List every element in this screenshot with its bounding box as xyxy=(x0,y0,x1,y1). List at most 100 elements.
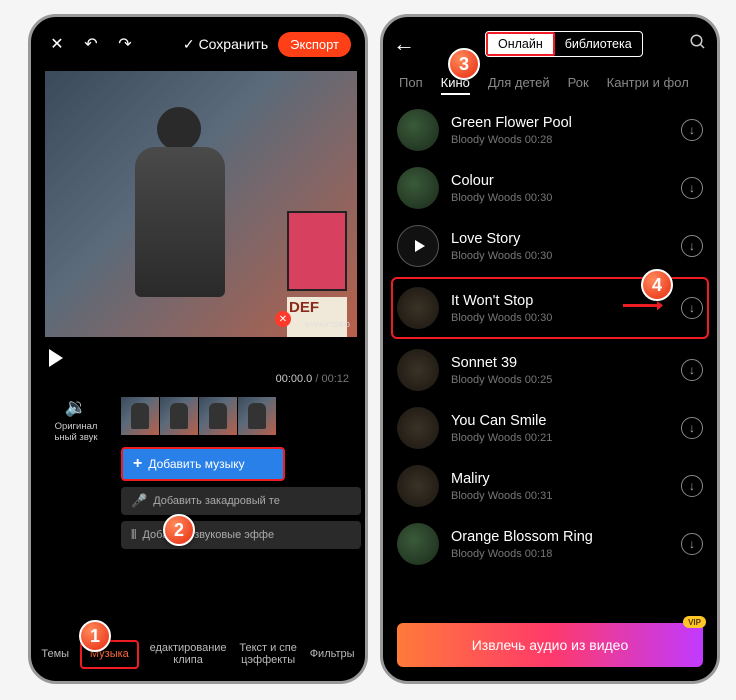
track-subtitle: Bloody Woods 00:25 xyxy=(451,374,669,386)
track-cover[interactable] xyxy=(397,109,439,151)
download-icon[interactable]: ↓ xyxy=(681,533,703,555)
editor-topbar: ✕ ↶ ↷ ✓ Сохранить Экспорт xyxy=(31,17,365,71)
tab-text-fx[interactable]: Текст и спе цэффекты xyxy=(237,638,299,671)
genre-country[interactable]: Кантри и фол xyxy=(607,75,689,95)
download-icon[interactable]: ↓ xyxy=(681,297,703,319)
track-row[interactable]: Maliry Bloody Woods 00:31 ↓ xyxy=(393,457,707,515)
step-marker-3: 3 xyxy=(448,48,480,80)
original-sound-toggle[interactable]: 🔉 Оригинал ьный звук xyxy=(31,397,121,443)
track-list[interactable]: Green Flower PoolBloody Woods 00:28↓Colo… xyxy=(383,101,717,573)
step-marker-4: 4 xyxy=(641,269,673,301)
track-subtitle: Bloody Woods 00:31 xyxy=(451,490,669,502)
track-title: Maliry xyxy=(451,471,669,487)
track-meta: Sonnet 39 Bloody Woods 00:25 xyxy=(451,355,669,386)
preview-figure xyxy=(125,101,265,311)
download-icon[interactable]: ↓ xyxy=(681,359,703,381)
add-voiceover-button[interactable]: 🎤 Добавить закадровый те xyxy=(121,487,361,515)
play-button[interactable] xyxy=(49,349,63,367)
save-button[interactable]: ✓ Сохранить xyxy=(183,36,268,53)
track-row[interactable]: You Can Smile Bloody Woods 00:21 ↓ xyxy=(393,399,707,457)
track-row[interactable]: Sonnet 39 Bloody Woods 00:25 ↓ xyxy=(393,341,707,399)
timecode-total: 00:12 xyxy=(321,373,349,385)
extract-audio-button[interactable]: Извлечь аудио из видео VIP xyxy=(397,623,703,667)
music-library-screen: ← Онлайн библиотека Поп Кино Для детей Р… xyxy=(380,14,720,684)
download-icon[interactable]: ↓ xyxy=(681,235,703,257)
download-icon[interactable]: ↓ xyxy=(681,177,703,199)
timeline: 🔉 Оригинал ьный звук xyxy=(31,391,365,443)
export-button[interactable]: Экспорт xyxy=(278,32,351,57)
close-icon[interactable]: ✕ xyxy=(45,32,69,56)
download-icon[interactable]: ↓ xyxy=(681,119,703,141)
track-title: You Can Smile xyxy=(451,413,669,429)
clip-strip[interactable] xyxy=(121,397,276,435)
extract-label: Извлечь аудио из видео xyxy=(472,637,629,653)
track-cover[interactable] xyxy=(397,465,439,507)
speaker-icon: 🔉 xyxy=(31,397,121,419)
track-row[interactable]: Orange Blossom RingBloody Woods 00:18 ↓ xyxy=(393,515,707,573)
orig-sound-line1: Оригинал xyxy=(31,421,121,432)
library-segment: Онлайн библиотека xyxy=(485,31,643,57)
redo-icon[interactable]: ↷ xyxy=(113,32,137,56)
track-subtitle: Bloody Woods 00:18 xyxy=(451,548,669,560)
track-title: Colour xyxy=(451,173,669,189)
track-row[interactable]: Love StoryBloody Woods 00:30 ↓ xyxy=(393,217,707,275)
track-subtitle: Bloody Woods 00:21 xyxy=(451,432,669,444)
check-icon: ✓ xyxy=(183,36,195,53)
tab-edit-clip[interactable]: едактирование клипа xyxy=(148,638,229,671)
track-cover[interactable] xyxy=(397,407,439,449)
add-sfx-button[interactable]: ⫴ Добавить звуковые эффе xyxy=(121,521,361,549)
clip-thumb[interactable] xyxy=(121,397,159,435)
library-topbar: ← Онлайн библиотека xyxy=(383,17,717,71)
segment-library[interactable]: библиотека xyxy=(555,32,642,56)
segment-online[interactable]: Онлайн xyxy=(486,32,555,56)
editor-screen: ✕ ↶ ↷ ✓ Сохранить Экспорт DEF ✕ VIVAVIDE… xyxy=(28,14,368,684)
track-subtitle: Bloody Woods 00:28 xyxy=(451,134,669,146)
step-marker-1: 1 xyxy=(79,620,111,652)
download-icon[interactable]: ↓ xyxy=(681,475,703,497)
orig-sound-line2: ьный звук xyxy=(31,432,121,443)
track-cover[interactable] xyxy=(397,287,439,329)
track-meta: Green Flower Pool Bloody Woods 00:28 xyxy=(451,115,669,146)
track-meta: You Can Smile Bloody Woods 00:21 xyxy=(451,413,669,444)
preview-poster xyxy=(287,211,347,291)
genre-rock[interactable]: Рок xyxy=(568,75,589,95)
track-subtitle: Bloody Woods 00:30 xyxy=(451,192,669,204)
track-meta: Orange Blossom RingBloody Woods 00:18 xyxy=(451,529,669,560)
add-music-label: Добавить музыку xyxy=(148,457,244,471)
genre-kids[interactable]: Для детей xyxy=(488,75,550,95)
track-cover[interactable] xyxy=(397,167,439,209)
track-title: Sonnet 39 xyxy=(451,355,669,371)
search-icon[interactable] xyxy=(689,33,707,56)
track-meta: Maliry Bloody Woods 00:31 xyxy=(451,471,669,502)
watermark-label: VIVAVIDEO xyxy=(305,322,351,329)
clip-thumb[interactable] xyxy=(238,397,276,435)
track-meta: Colour Bloody Woods 00:30 xyxy=(451,173,669,204)
mic-icon: 🎤 xyxy=(131,493,147,509)
undo-icon[interactable]: ↶ xyxy=(79,32,103,56)
vip-badge: VIP xyxy=(683,616,706,628)
video-preview[interactable]: DEF ✕ VIVAVIDEO xyxy=(45,71,357,337)
add-music-button[interactable]: Добавить музыку xyxy=(121,447,285,481)
track-row[interactable]: Colour Bloody Woods 00:30 ↓ xyxy=(393,159,707,217)
timecode-current: 00:00.0 xyxy=(276,373,313,385)
tab-filters[interactable]: Фильтры xyxy=(308,644,357,665)
track-subtitle: Bloody Woods 00:30 xyxy=(451,250,669,262)
genre-pop[interactable]: Поп xyxy=(399,75,423,95)
clip-thumb[interactable] xyxy=(199,397,237,435)
add-voiceover-label: Добавить закадровый те xyxy=(153,495,280,507)
track-title: Green Flower Pool xyxy=(451,115,669,131)
watermark-close-icon[interactable]: ✕ xyxy=(275,311,291,327)
timeline-buttons: Добавить музыку 🎤 Добавить закадровый те… xyxy=(121,447,365,549)
track-cover[interactable] xyxy=(397,349,439,391)
track-row[interactable]: Green Flower Pool Bloody Woods 00:28 ↓ xyxy=(393,101,707,159)
back-icon[interactable]: ← xyxy=(393,31,415,57)
download-icon[interactable]: ↓ xyxy=(681,417,703,439)
track-cover[interactable] xyxy=(397,523,439,565)
timecode: 00:00.0 / 00:12 xyxy=(31,367,365,391)
track-cover[interactable] xyxy=(397,225,439,267)
preview-poster-text: DEF xyxy=(287,297,347,337)
track-meta: Love StoryBloody Woods 00:30 xyxy=(451,231,669,262)
save-label: Сохранить xyxy=(199,36,269,52)
clip-thumb[interactable] xyxy=(160,397,198,435)
tab-themes[interactable]: Темы xyxy=(39,644,71,665)
